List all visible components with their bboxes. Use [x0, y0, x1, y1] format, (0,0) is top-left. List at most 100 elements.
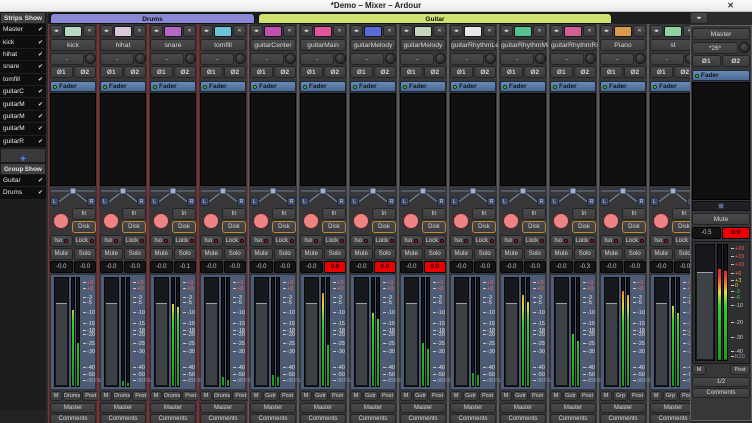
strip-width-button[interactable]: ◂▸ — [650, 25, 663, 37]
pan-left-button[interactable]: L — [250, 197, 259, 206]
solo-lock-button[interactable]: Lock — [374, 235, 397, 247]
metering-button[interactable]: M — [450, 391, 462, 401]
metering-button[interactable]: M — [300, 391, 312, 401]
phase2-button[interactable]: Ø2 — [74, 66, 97, 78]
pan-widget[interactable]: L R — [400, 187, 446, 207]
gain-display[interactable]: -0.0 — [350, 261, 373, 273]
meter-point-button[interactable]: Post — [82, 391, 99, 401]
trim-knob[interactable] — [335, 53, 346, 64]
window-close-icon[interactable]: ✕ — [727, 0, 734, 12]
processor-box[interactable] — [450, 93, 496, 186]
channel-fader[interactable] — [504, 277, 519, 387]
record-enable-button[interactable] — [503, 213, 519, 229]
record-enable-button[interactable] — [553, 213, 569, 229]
meter-point-button[interactable]: Post — [479, 391, 496, 401]
comments-button[interactable]: Comments — [300, 414, 346, 423]
phase2-button[interactable]: Ø2 — [174, 66, 197, 78]
channel-meter[interactable]: +3+0-3-5-10-15-18-20-25-30-40-50dBFS — [371, 277, 394, 387]
master-output-button[interactable]: 1/2 — [692, 377, 750, 387]
pan-widget[interactable]: L R — [350, 187, 396, 207]
gain-display[interactable]: -0.0 — [150, 261, 173, 273]
mute-button[interactable]: Mute — [500, 248, 523, 260]
processor-led[interactable] — [503, 85, 507, 89]
phase2-button[interactable]: Ø2 — [224, 66, 247, 78]
monitor-input-button[interactable]: In — [572, 208, 596, 220]
trim-knob[interactable] — [535, 53, 546, 64]
pan-left-button[interactable]: L — [650, 197, 659, 206]
group-button[interactable]: Drums — [213, 391, 231, 401]
trim-knob[interactable] — [485, 53, 496, 64]
record-enable-button[interactable] — [403, 213, 419, 229]
phase1-button[interactable]: Ø1 — [250, 66, 273, 78]
strip-width-button[interactable]: ◂▸ — [500, 25, 513, 37]
strip-name-button[interactable]: guitarRhythmMiddle — [500, 39, 546, 51]
comments-button[interactable]: Comments — [250, 414, 296, 423]
solo-button[interactable]: Solo — [674, 248, 691, 260]
channel-meter[interactable]: +3+0-3-5-10-15-18-20-25-30-40-50dBFS — [271, 277, 294, 387]
add-strip-button[interactable]: + — [20, 154, 26, 165]
output-button[interactable]: Master — [400, 403, 446, 413]
show-checkbox[interactable]: ✔ — [38, 26, 43, 33]
monitor-disk-button[interactable]: Disk — [272, 221, 296, 233]
comments-button[interactable]: Comments — [50, 414, 96, 423]
record-enable-button[interactable] — [253, 213, 269, 229]
pan-left-button[interactable]: L — [100, 197, 109, 206]
strip-width-button[interactable]: ◂▸ — [200, 25, 213, 37]
output-button[interactable]: Master — [650, 403, 690, 413]
strip-width-button[interactable]: ◂▸ — [350, 25, 363, 37]
pan-right-button[interactable]: R — [487, 197, 496, 206]
pan-right-button[interactable]: R — [537, 197, 546, 206]
metering-button[interactable]: M — [250, 391, 262, 401]
record-enable-button[interactable] — [203, 213, 219, 229]
strip-input-button[interactable]: - — [400, 53, 434, 65]
phase2-button[interactable]: Ø2 — [374, 66, 397, 78]
strip-input-button[interactable]: - — [600, 53, 634, 65]
fader-processor[interactable]: Fader — [350, 81, 396, 92]
phase1-button[interactable]: Ø1 — [100, 66, 123, 78]
output-button[interactable]: Master — [150, 403, 196, 413]
processor-box[interactable] — [50, 93, 96, 186]
pan-left-button[interactable]: L — [150, 197, 159, 206]
gain-display[interactable]: -0.0 — [400, 261, 423, 273]
master-peak-display[interactable]: 0.9 — [722, 227, 751, 239]
gain-display[interactable]: -0.0 — [300, 261, 323, 273]
strip-close-button[interactable]: ✕ — [333, 25, 346, 37]
processor-led[interactable] — [103, 85, 107, 89]
strip-color-chip[interactable] — [414, 26, 432, 37]
monitor-input-button[interactable]: In — [472, 208, 496, 220]
mute-button[interactable]: Mute — [550, 248, 573, 260]
record-enable-button[interactable] — [103, 213, 119, 229]
meter-point-button[interactable]: Post — [529, 391, 546, 401]
show-checkbox[interactable]: ✔ — [38, 125, 43, 132]
output-button[interactable]: Master — [200, 403, 246, 413]
strip-input-button[interactable]: - — [350, 53, 384, 65]
solo-lock-button[interactable]: Lock — [574, 235, 597, 247]
channel-meter[interactable]: +3+0-3-5-10-15-18-20-25-30-40-50dBFS — [521, 277, 544, 387]
comments-button[interactable]: Comments — [150, 414, 196, 423]
trim-knob[interactable] — [585, 53, 596, 64]
record-enable-button[interactable] — [53, 213, 69, 229]
pan-widget[interactable]: L R — [600, 187, 646, 207]
fader-processor[interactable]: Fader — [400, 81, 446, 92]
master-width-button[interactable]: ◂▸ — [690, 12, 708, 24]
processor-box[interactable] — [300, 93, 346, 186]
strip-name-button[interactable]: hihat — [100, 39, 146, 51]
balance-handle[interactable] — [718, 203, 724, 209]
pan-widget[interactable]: L R — [200, 187, 246, 207]
processor-led[interactable] — [153, 85, 157, 89]
meter-point-button[interactable]: Post — [132, 391, 149, 401]
phase1-button[interactable]: Ø1 — [550, 66, 573, 78]
channel-fader[interactable] — [54, 277, 69, 387]
solo-isolate-button[interactable]: Iso — [550, 235, 573, 247]
processor-box[interactable] — [100, 93, 146, 186]
group-button[interactable]: Gutr — [313, 391, 328, 401]
strip-input-button[interactable]: - — [500, 53, 534, 65]
gain-display[interactable]: -0.0 — [100, 261, 123, 273]
strip-input-button[interactable]: - — [450, 53, 484, 65]
fader-processor[interactable]: Fader — [200, 81, 246, 92]
monitor-disk-button[interactable]: Disk — [72, 221, 96, 233]
mute-button[interactable]: Mute — [450, 248, 473, 260]
window-titlebar[interactable]: *Demo – Mixer – Ardour ✕ — [0, 0, 752, 12]
monitor-input-button[interactable]: In — [272, 208, 296, 220]
group-button[interactable]: Gutr — [363, 391, 378, 401]
